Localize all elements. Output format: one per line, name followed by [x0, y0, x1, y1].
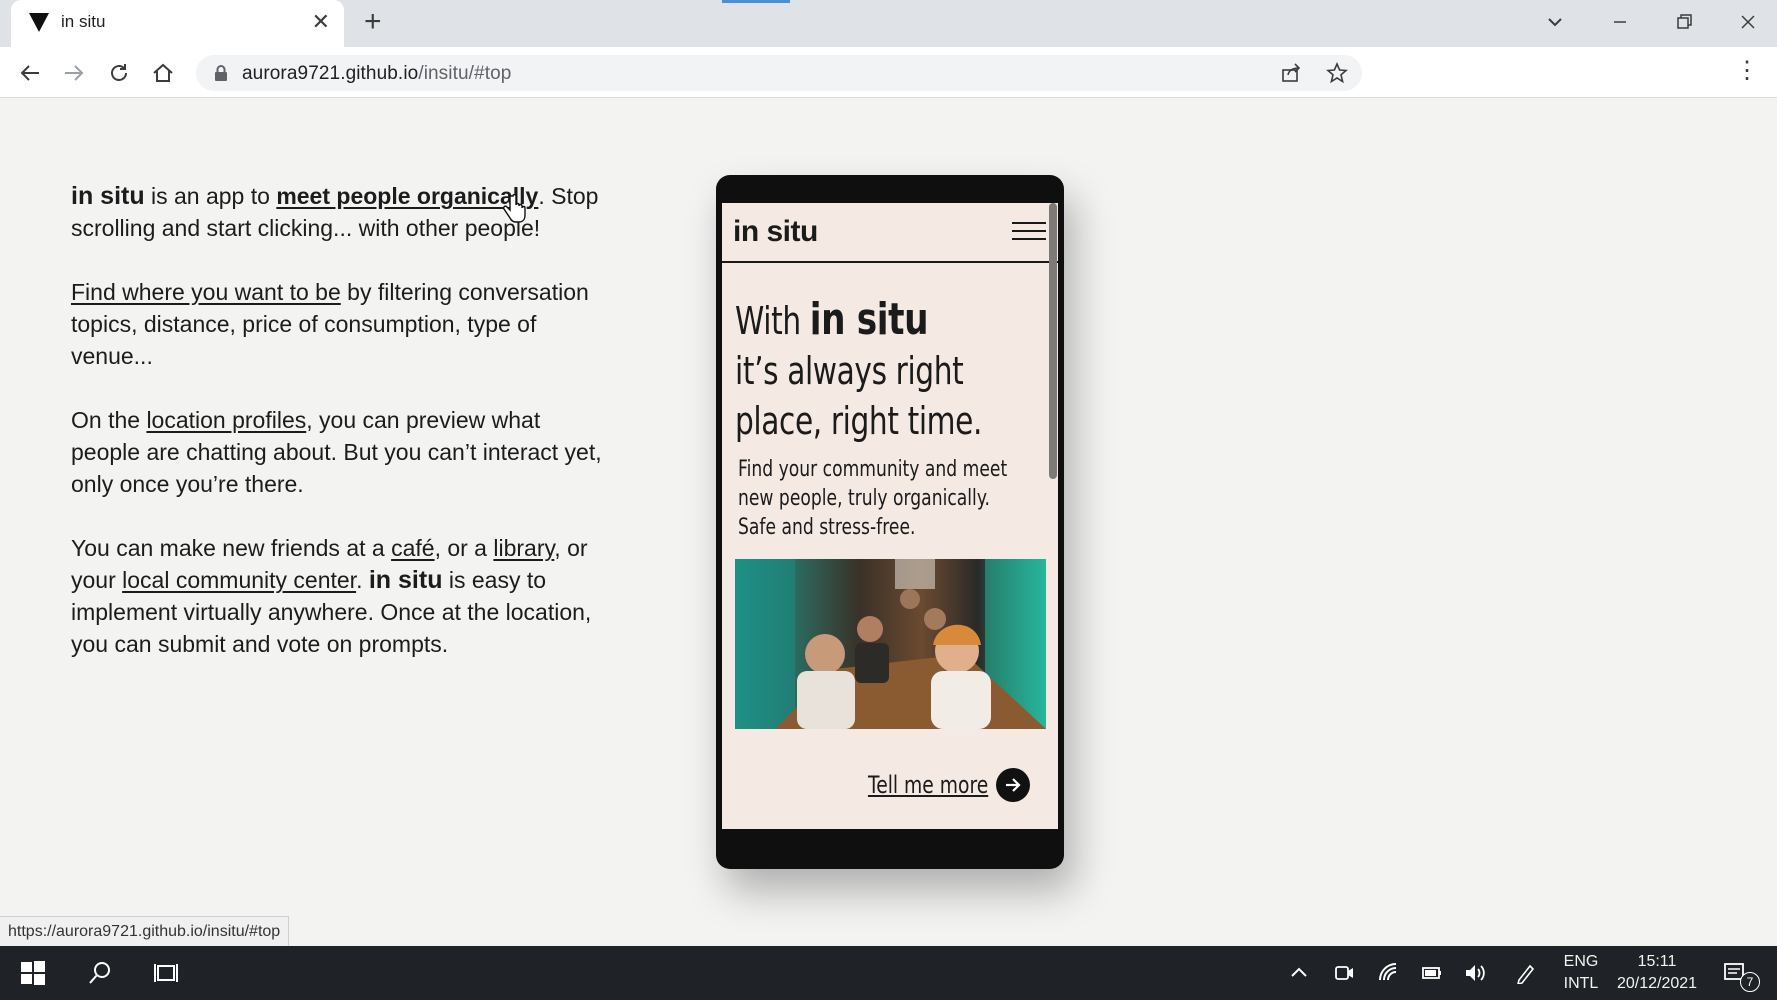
windows-start-icon[interactable]	[20, 960, 46, 986]
phone-logo[interactable]: in situ	[733, 215, 818, 249]
close-window-icon[interactable]	[1738, 12, 1758, 32]
paragraph-intro: in situ is an app to meet people organic…	[71, 180, 611, 244]
phone-screen: in situ With in situ it’s always right p…	[722, 203, 1058, 829]
phone-headline: With in situ it’s always right place, ri…	[735, 295, 985, 446]
brand-name: in situ	[368, 566, 443, 594]
tell-me-more-button[interactable]: Tell me more	[834, 768, 1030, 802]
tell-me-more-label: Tell me more	[867, 771, 988, 799]
tab-loading-indicator	[722, 0, 790, 3]
bookmark-star-icon[interactable]	[1326, 62, 1348, 84]
phone-mockup: in situ With in situ it’s always right p…	[716, 175, 1064, 869]
meet-now-icon[interactable]	[1333, 962, 1355, 984]
language-code: ENG	[1563, 953, 1599, 970]
library-link[interactable]: library	[493, 535, 554, 561]
url-host: aurora9721.github.io	[242, 63, 419, 84]
forward-arrow-icon	[65, 65, 84, 81]
share-icon[interactable]	[1280, 62, 1302, 84]
tab-title: in situ	[61, 12, 106, 31]
browser-toolbar: aurora9721.github.io/insitu/#top ⋮	[0, 47, 1777, 98]
battery-icon[interactable]	[1421, 962, 1443, 984]
clock[interactable]: 15:11 20/12/2021	[1612, 951, 1702, 995]
tab-search-chevron-icon[interactable]	[1545, 12, 1565, 32]
url-text[interactable]: aurora9721.github.io/insitu/#top	[242, 63, 511, 85]
windows-taskbar: ENG INTL 15:11 20/12/2021 7	[0, 946, 1777, 1000]
search-icon[interactable]	[87, 960, 113, 986]
tab-close-icon[interactable]: ✕	[312, 11, 330, 33]
text-fragment: On the	[71, 407, 147, 433]
meet-people-link[interactable]: meet people organically	[276, 183, 538, 209]
clock-time: 15:11	[1637, 953, 1677, 970]
paragraph-filter: Find where you want to be by filtering c…	[71, 276, 611, 372]
address-bar[interactable]: aurora9721.github.io/insitu/#top	[196, 55, 1362, 91]
task-view-icon[interactable]	[153, 960, 179, 986]
home-icon	[153, 63, 173, 82]
phone-header: in situ	[722, 203, 1058, 263]
brand-name: in situ	[71, 182, 145, 210]
cafe-link[interactable]: café	[391, 535, 434, 561]
back-button[interactable]	[14, 57, 46, 89]
url-path: /insitu/#top	[418, 63, 512, 84]
network-icon[interactable]	[1378, 962, 1400, 984]
intro-text: in situ is an app to meet people organic…	[71, 180, 611, 692]
cafe-people-photo	[735, 559, 1046, 729]
headline-brand: in situ	[809, 294, 929, 345]
volume-icon[interactable]	[1464, 962, 1486, 984]
pen-icon[interactable]	[1515, 962, 1537, 984]
location-profiles-link[interactable]: location profiles	[146, 407, 306, 433]
minimize-icon[interactable]	[1610, 12, 1630, 32]
reload-icon	[111, 64, 127, 81]
phone-scrollbar[interactable]	[1049, 203, 1057, 479]
restore-icon[interactable]	[1674, 12, 1694, 32]
text-fragment: , or a	[434, 535, 494, 561]
find-where-link[interactable]: Find where you want to be	[71, 279, 341, 305]
home-button[interactable]	[147, 57, 179, 89]
headline-fragment: With	[735, 299, 810, 343]
back-arrow-icon	[20, 65, 39, 81]
browser-tab-bar: in situ ✕ +	[0, 0, 1777, 47]
phone-subtext: Find your community and meet new people,…	[738, 457, 1008, 540]
hand-cursor-icon	[503, 194, 526, 223]
keyboard-layout: INTL	[1563, 975, 1599, 992]
text-fragment: is an app to	[144, 183, 277, 209]
community-center-link[interactable]: local community center	[122, 567, 356, 593]
link-status-bar: https://aurora9721.github.io/insitu/#top	[0, 916, 290, 948]
text-fragment: .	[356, 567, 369, 593]
browser-menu-icon[interactable]: ⋮	[1735, 57, 1759, 85]
paragraph-profiles: On the location profiles, you can previe…	[71, 404, 611, 500]
forward-button[interactable]	[58, 57, 90, 89]
browser-tab[interactable]: in situ ✕	[11, 0, 344, 47]
insitu-favicon-icon	[29, 13, 49, 32]
hamburger-menu-icon[interactable]	[1012, 222, 1046, 242]
new-tab-button[interactable]: +	[364, 7, 382, 37]
clock-date: 20/12/2021	[1616, 975, 1698, 992]
notification-count-badge: 7	[1740, 972, 1760, 992]
text-fragment: You can make new friends at a	[71, 535, 392, 561]
lock-icon[interactable]	[212, 64, 230, 82]
chevron-up-icon[interactable]	[1288, 962, 1310, 984]
photo-illustration	[735, 559, 1046, 729]
language-indicator[interactable]: ENG INTL	[1558, 951, 1604, 995]
reload-button[interactable]	[103, 57, 135, 89]
headline-rest: it’s always right place, right time.	[735, 349, 983, 443]
paragraph-venues: You can make new friends at a café, or a…	[71, 532, 611, 660]
arrow-right-icon	[996, 768, 1030, 802]
